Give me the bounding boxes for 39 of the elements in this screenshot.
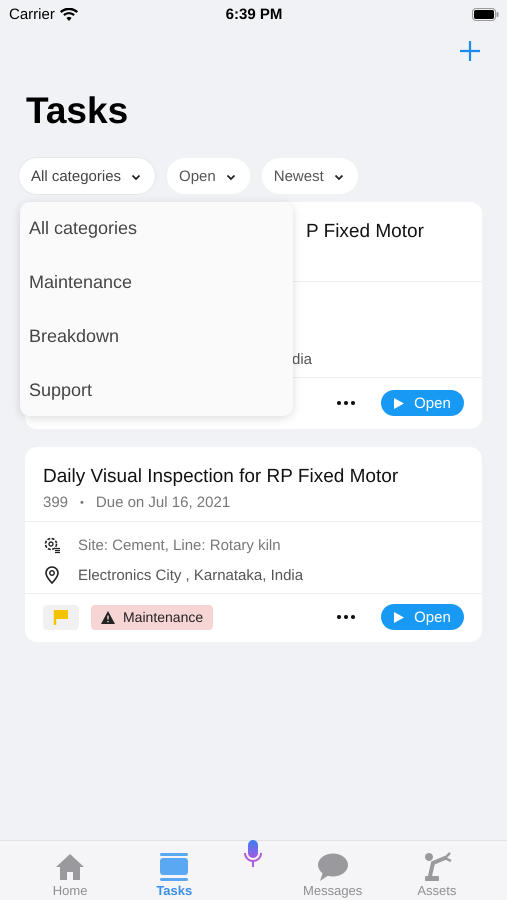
microphone-button[interactable] [243,840,264,868]
more-icon [337,615,355,619]
due-date: Due on Jul 16, 2021 [96,494,230,512]
filter-dropdown[interactable]: All categories [19,158,156,194]
clock: 6:39 PM [226,6,282,22]
menu-item[interactable]: All categories [29,216,138,240]
list-icon [159,853,190,881]
menu-item[interactable]: Breakdown [29,324,120,348]
battery-icon [472,8,499,20]
menu-item[interactable]: Support [29,378,92,402]
separator-dot: • [80,496,84,511]
site-text: Site: Cement, Line: Rotary kiln [78,536,281,554]
gear-icon [43,536,61,554]
chevron-down-icon [226,174,236,180]
play-icon [394,612,404,622]
more-icon [337,401,355,405]
location-text: Electronics City , Karnataka, India [78,566,304,584]
menu-item[interactable]: Maintenance [29,270,132,294]
task-number: 399 [43,494,68,512]
filter-dropdown[interactable]: Open [167,158,250,194]
page-title: Tasks [26,89,130,133]
filter-dropdown[interactable]: Newest [262,158,358,194]
speech-bubble-icon [316,853,349,881]
microphone-icon [243,840,264,868]
location-pin-icon [43,566,61,584]
chevron-down-icon [131,174,142,180]
location-text: dia [292,350,312,368]
task-title: P Fixed Motor [306,221,425,243]
wifi-icon [60,8,78,20]
warning-icon [101,610,115,624]
task-title: Daily Visual Inspection for RP Fixed Motor [43,466,400,488]
carrier-label: Carrier [9,6,55,22]
house-icon [55,853,86,881]
task-card[interactable]: Daily Visual Inspection for RP Fixed Motor 399 • Due on Jul 16, 2021 Site: Cement, Line: Rotary kiln Electronics City , Karnataka, India Maintenance Open [25,447,482,642]
flag-icon [43,604,79,630]
add-button[interactable] [459,40,481,62]
chevron-down-icon [334,174,344,180]
play-icon [394,398,404,408]
category-label: Maintenance [123,609,204,625]
